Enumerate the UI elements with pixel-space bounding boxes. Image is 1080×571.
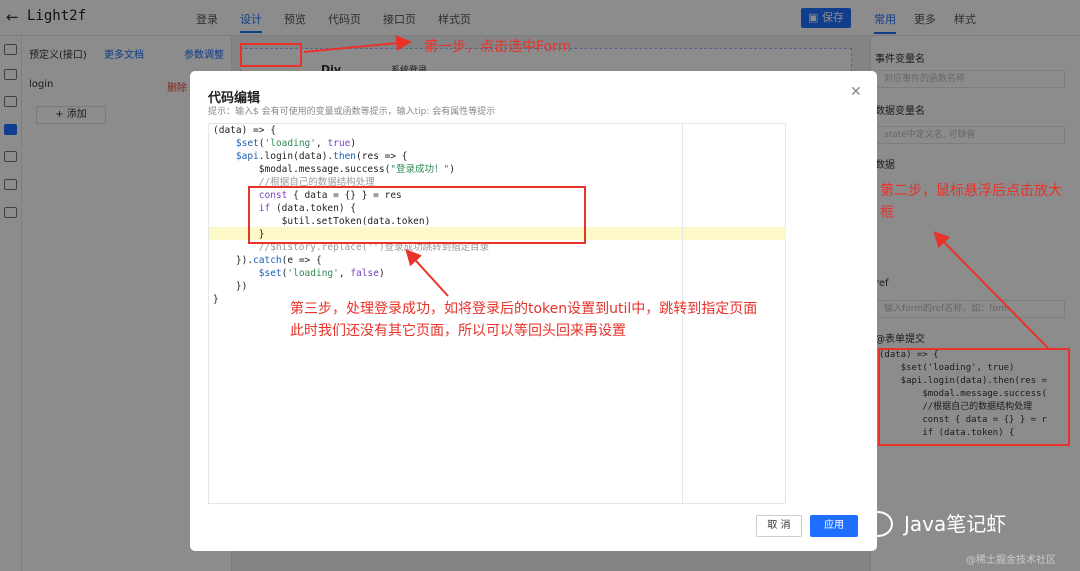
step3-text-line1: 第三步，处理登录成功，如将登录后的token设置到util中，跳转到指定页面 (290, 301, 758, 317)
step1-arrow (303, 35, 412, 53)
step3-text-line2: 此时我们还没有其它页面，所以可以等回头回来再设置 (290, 323, 626, 339)
step2-arrow (933, 231, 1049, 349)
step1-text: 第一步，点击选中Form (424, 39, 572, 55)
step3-arrow (405, 249, 449, 297)
watermark-sub: @稀土掘金技术社区 (966, 555, 1056, 566)
wechat-icon (863, 511, 893, 537)
watermark-title: Java笔记虾 (904, 512, 1007, 536)
step2-text: 第二步，鼠标悬浮后点击放大框 (880, 183, 1062, 221)
annotation-arrows (303, 35, 1049, 349)
